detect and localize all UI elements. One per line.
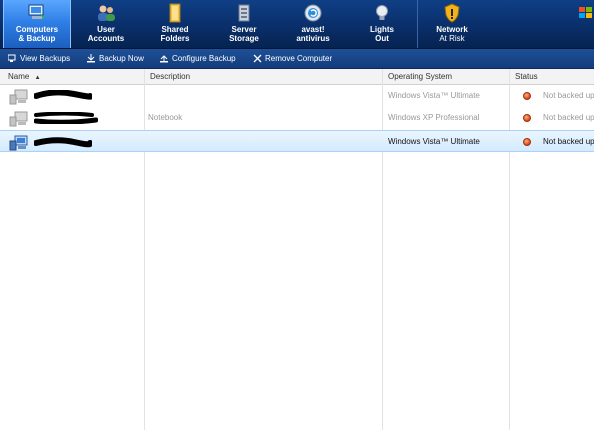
- computer-icon: [9, 111, 28, 127]
- tab-label-line1: avast!: [301, 25, 325, 34]
- tab-label-line2: Out: [375, 34, 389, 43]
- computer-icon: [9, 89, 28, 105]
- tab-label-line1: User: [97, 25, 115, 34]
- table-row[interactable]: Windows Vista™ Ultimate Not backed up: [0, 85, 594, 107]
- column-header-name[interactable]: Name ▲: [2, 69, 144, 84]
- configure-backup-icon: [160, 55, 168, 63]
- remove-computer-button[interactable]: Remove Computer: [253, 49, 332, 68]
- tab-network-at-risk[interactable]: Network At Risk: [418, 0, 486, 48]
- redaction-mark: [34, 112, 98, 124]
- view-backups-icon: [8, 54, 16, 62]
- tab-avast-antivirus[interactable]: avast! antivirus: [279, 0, 347, 48]
- close-icon: [253, 54, 262, 63]
- top-navigation: Computers & Backup User Accounts Shared …: [0, 0, 594, 49]
- users-icon: [98, 5, 115, 21]
- tab-label-line1: Shared: [161, 25, 189, 34]
- row-status: Not backed up: [543, 113, 594, 122]
- computers-icon: [28, 4, 45, 19]
- backup-now-label: Backup Now: [99, 54, 144, 63]
- tab-label-line2: & Backup: [18, 34, 56, 43]
- redaction-mark: [34, 90, 92, 100]
- sort-ascending-icon: ▲: [34, 75, 41, 81]
- antivirus-icon: [304, 4, 322, 22]
- tab-label-line2: Accounts: [87, 34, 125, 43]
- table-row[interactable]: Notebook Windows XP Professional Not bac…: [0, 107, 594, 129]
- redaction-mark: [34, 137, 92, 148]
- column-header-os[interactable]: Operating System: [382, 69, 509, 84]
- table-row-selected[interactable]: Windows Vista™ Ultimate Not backed up: [0, 130, 594, 152]
- tab-label-line2: Folders: [160, 34, 190, 43]
- row-description: Notebook: [148, 113, 183, 122]
- error-status-icon: [523, 138, 531, 146]
- tab-server-storage[interactable]: Server Storage: [210, 0, 278, 48]
- backup-now-button[interactable]: Backup Now: [87, 49, 144, 68]
- remove-computer-label: Remove Computer: [265, 54, 333, 63]
- backup-now-icon: [87, 54, 95, 63]
- tab-label-line1: Network: [436, 25, 468, 34]
- computers-table: Name ▲ Description Operating System Stat…: [0, 69, 594, 430]
- column-header-description[interactable]: Description: [144, 69, 382, 84]
- row-status: Not backed up: [543, 91, 594, 100]
- lightbulb-icon: [376, 5, 388, 20]
- column-header-status[interactable]: Status: [509, 69, 594, 84]
- row-status: Not backed up: [543, 137, 594, 146]
- row-os: Windows XP Professional: [388, 113, 480, 122]
- row-os: Windows Vista™ Ultimate: [388, 91, 480, 100]
- configure-backup-label: Configure Backup: [172, 54, 236, 63]
- shield-warning-icon: [444, 3, 460, 23]
- computer-icon: [9, 135, 28, 151]
- tab-shared-folders[interactable]: Shared Folders: [141, 0, 209, 48]
- tab-label-line2: Storage: [229, 34, 259, 43]
- windows-logo-icon: [579, 7, 592, 18]
- action-toolbar: View Backups Backup Now Configure Backup…: [0, 49, 594, 69]
- tab-label-line2: At Risk: [439, 34, 465, 43]
- view-backups-button[interactable]: View Backups: [8, 49, 70, 68]
- tab-computers-backup[interactable]: Computers & Backup: [3, 0, 71, 48]
- row-os: Windows Vista™ Ultimate: [388, 137, 480, 146]
- error-status-icon: [523, 114, 531, 122]
- table-header: Name ▲ Description Operating System Stat…: [0, 69, 594, 85]
- error-status-icon: [523, 92, 531, 100]
- configure-backup-button[interactable]: Configure Backup: [160, 49, 236, 68]
- tab-lights-out[interactable]: Lights Out: [348, 0, 416, 48]
- column-name-label: Name: [8, 72, 30, 81]
- tab-user-accounts[interactable]: User Accounts: [72, 0, 140, 48]
- tab-label-line1: Server: [231, 25, 257, 34]
- tab-label-line1: Computers: [15, 25, 59, 34]
- folders-icon: [169, 3, 181, 23]
- tab-label-line1: Lights: [370, 25, 394, 34]
- tab-label-line2: antivirus: [296, 34, 330, 43]
- storage-icon: [238, 4, 250, 22]
- view-backups-label: View Backups: [20, 54, 71, 63]
